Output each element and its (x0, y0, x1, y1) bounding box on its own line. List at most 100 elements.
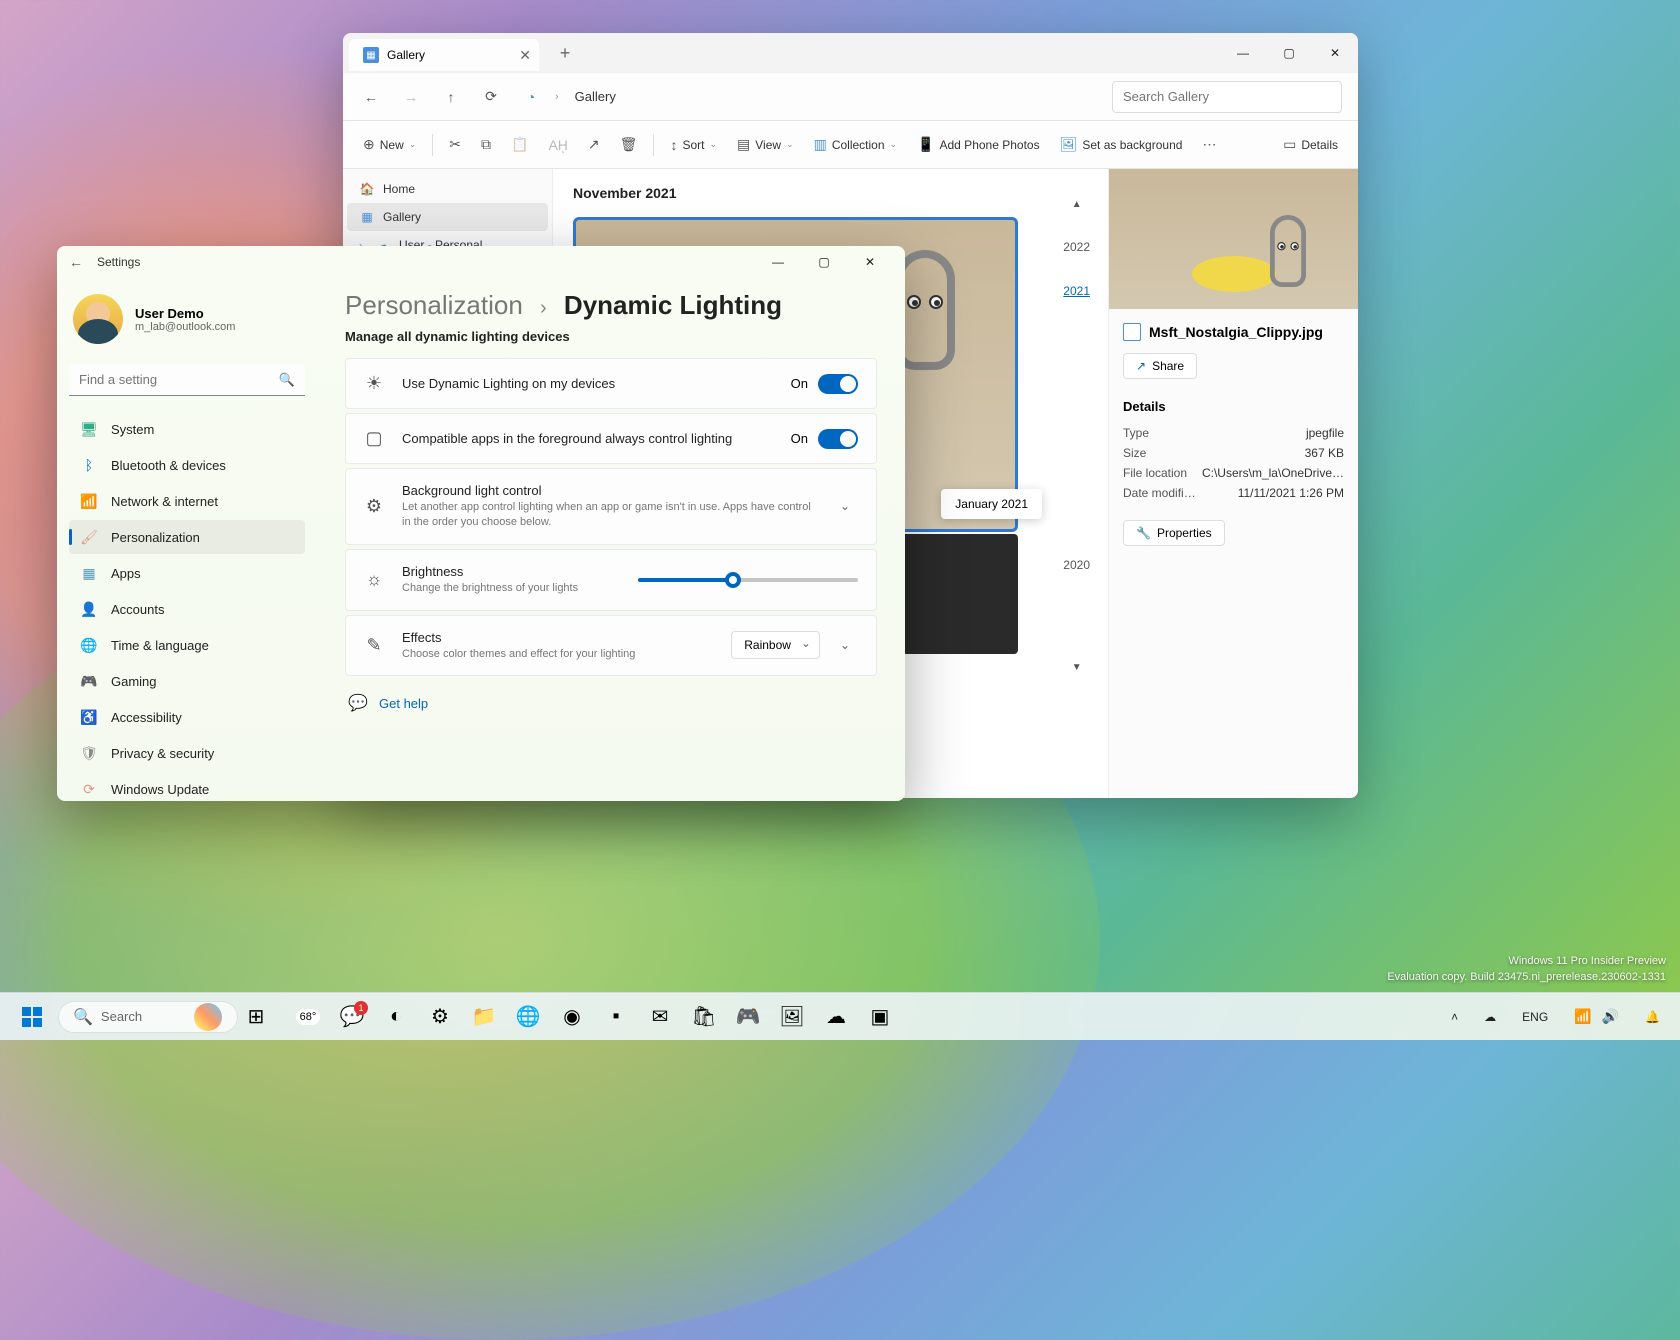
nav-network[interactable]: 📶Network & internet (69, 484, 305, 518)
accessibility-icon: ♿ (81, 709, 97, 725)
nav-privacy[interactable]: 🛡Privacy & security (69, 736, 305, 770)
xbox-app[interactable]: 🎮 (728, 997, 768, 1037)
share-button[interactable]: ↗ (580, 130, 608, 159)
nav-bluetooth[interactable]: ᛒBluetooth & devices (69, 448, 305, 482)
file-explorer-app[interactable]: 📁 (464, 997, 504, 1037)
sort-button[interactable]: ↕Sort⌄ (662, 131, 725, 159)
task-view-button[interactable]: ⊞ (236, 997, 276, 1037)
scroll-up-icon[interactable]: ▲ (1072, 199, 1082, 210)
address-icon[interactable]: ◔ (515, 81, 547, 113)
system-icon: 🖥 (81, 421, 97, 437)
details-panel: Msft_Nostalgia_Clippy.jpg ↗Share Details… (1108, 169, 1358, 798)
forward-button[interactable]: → (395, 81, 427, 113)
details-button[interactable]: ▭Details (1275, 130, 1346, 159)
gaming-icon: 🎮 (81, 673, 97, 689)
start-button[interactable] (12, 997, 52, 1037)
back-button[interactable]: ← (69, 254, 97, 270)
edge-app[interactable]: 🌐 (508, 997, 548, 1037)
set-bg-button[interactable]: 🖼Set as background (1052, 130, 1191, 159)
dev-app[interactable]: ▣ (860, 997, 900, 1037)
copy-button[interactable]: ⧉ (473, 130, 499, 159)
new-tab-button[interactable]: + (549, 43, 581, 64)
share-button[interactable]: ↗Share (1123, 353, 1197, 379)
view-button[interactable]: ▤View⌄ (729, 130, 802, 159)
nav-update[interactable]: ⟳Windows Update (69, 772, 305, 801)
close-button[interactable]: ✕ (847, 246, 893, 278)
minimize-button[interactable]: — (755, 246, 801, 278)
new-button[interactable]: ⊕New⌄ (355, 130, 424, 159)
nav-accessibility[interactable]: ♿Accessibility (69, 700, 305, 734)
windows-logo-icon (22, 1007, 42, 1027)
get-help-link[interactable]: Get help (379, 696, 428, 711)
build-watermark: Windows 11 Pro Insider Preview Evaluatio… (1387, 954, 1666, 985)
settings-app[interactable]: ⚙ (420, 997, 460, 1037)
wifi-icon: 📶 (1574, 1008, 1591, 1025)
year-2022[interactable]: 2022 (1063, 240, 1090, 254)
search-highlight-icon[interactable] (194, 1003, 222, 1031)
explorer-tab[interactable]: ▦ Gallery ✕ (349, 39, 539, 71)
minimize-button[interactable]: — (1220, 37, 1266, 69)
maximize-button[interactable]: ▢ (801, 246, 847, 278)
photos-app[interactable]: 🖼 (772, 997, 812, 1037)
nav-gaming[interactable]: 🎮Gaming (69, 664, 305, 698)
chrome-app[interactable]: ◉ (552, 997, 592, 1037)
home-icon: 🏠 (359, 181, 375, 197)
year-tooltip: January 2021 (941, 489, 1042, 519)
brightness-slider[interactable] (638, 578, 858, 582)
nav-time[interactable]: 🌐Time & language (69, 628, 305, 662)
tray-network-sound[interactable]: 📶 🔊 (1566, 1004, 1627, 1029)
tray-onedrive[interactable]: ☁ (1476, 1006, 1504, 1028)
nav-accounts[interactable]: 👤Accounts (69, 592, 305, 626)
delete-button[interactable]: 🗑 (612, 130, 646, 159)
toggle-state: On (791, 376, 808, 391)
toggle-use-dl[interactable] (818, 374, 858, 394)
find-setting-input[interactable] (69, 364, 305, 396)
year-2020[interactable]: 2020 (1063, 558, 1090, 572)
file-title: Msft_Nostalgia_Clippy.jpg (1123, 323, 1344, 341)
year-scrollbar[interactable]: ▲ 2022 2021 2020 ▼ (1063, 199, 1090, 673)
chevron-down-icon[interactable]: ⌄ (832, 495, 858, 517)
breadcrumb[interactable]: Gallery (575, 89, 616, 104)
user-badge[interactable]: User Demo m_lab@outlook.com (69, 286, 305, 364)
cloud-app[interactable]: ☁ (816, 997, 856, 1037)
chat-app[interactable]: 💬1 (332, 997, 372, 1037)
outlook-app[interactable]: ✉ (640, 997, 680, 1037)
close-button[interactable]: ✕ (1312, 37, 1358, 69)
nav-apps[interactable]: ▦Apps (69, 556, 305, 590)
properties-button[interactable]: 🔧Properties (1123, 520, 1225, 546)
update-icon: ⟳ (81, 781, 97, 797)
sidebar-item-home[interactable]: 🏠Home (347, 175, 548, 203)
cut-button[interactable]: ✂ (441, 130, 469, 159)
year-2021[interactable]: 2021 (1063, 284, 1090, 298)
chevron-down-icon[interactable]: ⌄ (832, 634, 858, 656)
up-button[interactable]: ↑ (435, 81, 467, 113)
terminal-app[interactable]: ▪ (596, 997, 636, 1037)
search-input[interactable] (1112, 81, 1342, 113)
bluetooth-icon: ᛒ (81, 457, 97, 473)
get-help-row: 💬 Get help (345, 690, 877, 716)
store-app[interactable]: 🛍 (684, 997, 724, 1037)
refresh-button[interactable]: ⟳ (475, 81, 507, 113)
weather-widget[interactable]: 68° (288, 997, 328, 1037)
collection-button[interactable]: ▥Collection⌄ (806, 130, 905, 159)
add-phone-button[interactable]: 📱Add Phone Photos (909, 130, 1048, 159)
copilot-app[interactable]: ◐ (376, 997, 416, 1037)
toggle-compat[interactable] (818, 429, 858, 449)
tray-language[interactable]: ENG (1514, 1006, 1556, 1028)
card-background-control[interactable]: ⚙ Background light control Let another a… (345, 468, 877, 545)
back-button[interactable]: ← (355, 81, 387, 113)
close-tab-icon[interactable]: ✕ (519, 47, 531, 64)
tray-notifications[interactable]: 🔔 (1637, 1006, 1668, 1028)
nav-personalization[interactable]: 🖌Personalization (69, 520, 305, 554)
scroll-down-icon[interactable]: ▼ (1072, 662, 1082, 673)
more-button[interactable]: ⋯ (1194, 130, 1224, 159)
effects-dropdown[interactable]: Rainbow (731, 631, 820, 659)
sidebar-item-gallery[interactable]: ▦Gallery (347, 203, 548, 231)
rename-button[interactable]: Aῌ (540, 131, 575, 159)
nav-system[interactable]: 🖥System (69, 412, 305, 446)
breadcrumb-parent[interactable]: Personalization (345, 290, 523, 320)
card-use-dynamic-lighting: ☀ Use Dynamic Lighting on my devices On (345, 358, 877, 409)
maximize-button[interactable]: ▢ (1266, 37, 1312, 69)
tray-chevron[interactable]: ˄ (1443, 1006, 1466, 1028)
paste-button[interactable]: 📋 (503, 130, 536, 159)
